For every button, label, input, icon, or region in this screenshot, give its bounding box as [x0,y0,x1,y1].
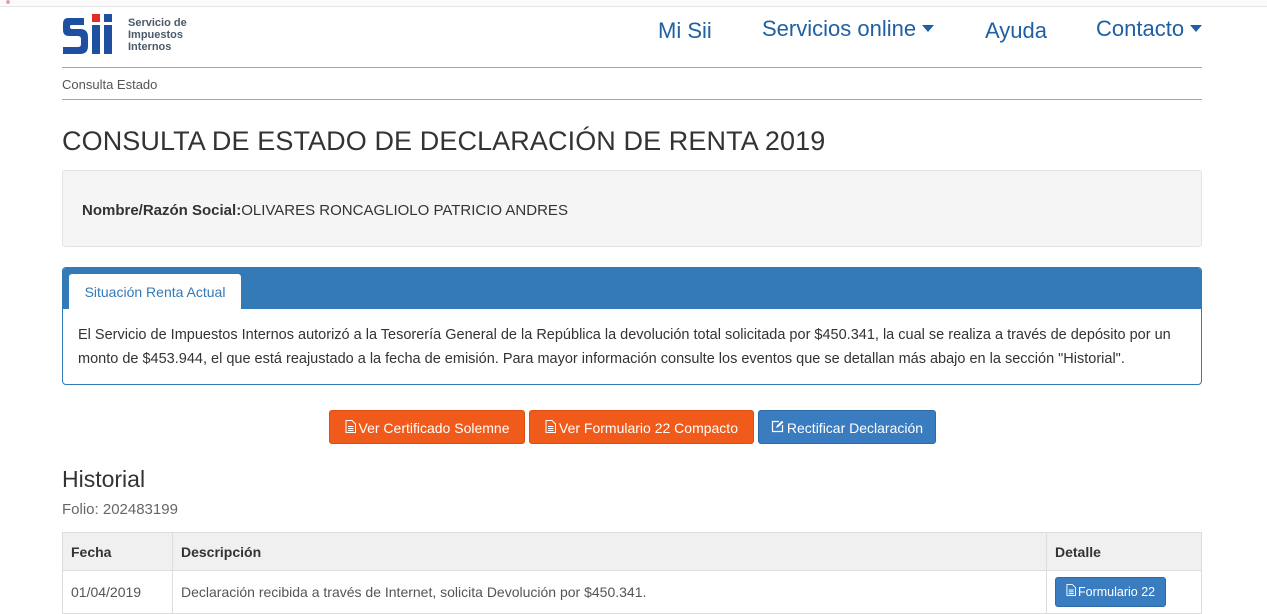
formulario-22-label: Formulario 22 [1078,585,1156,599]
row-descripcion: Declaración recibida a través de Interne… [172,570,1047,614]
file-icon [1066,578,1076,606]
rectificar-declaracion-label: Rectificar Declaración [786,420,924,436]
nav-contacto[interactable]: Contacto [1096,16,1203,46]
ver-certificado-solemne-button[interactable]: Ver Certificado Solemne [329,410,525,444]
rectificar-declaracion-button[interactable]: Rectificar Declaración [758,410,936,444]
file-icon [545,411,557,445]
formulario-22-button[interactable]: Formulario 22 [1055,577,1167,607]
taxpayer-name-value: OLIVARES RONCAGLIOLO PATRICIO ANDRES [241,202,568,219]
row-fecha: 01/04/2019 [62,570,173,614]
nav-mi-sii[interactable]: Mi Sii [658,18,712,48]
nav-ayuda[interactable]: Ayuda [985,18,1047,48]
folio-number: Folio: 202483199 [62,501,178,518]
sii-logo-mark [63,14,112,54]
header-divider [62,67,1202,68]
nav-contacto-label: Contacto [1096,16,1185,41]
taxpayer-info-well: Nombre/Razón Social:OLIVARES RONCAGLIOLO… [62,170,1202,247]
column-header-fecha: Fecha [62,532,173,571]
status-panel-body: El Servicio de Impuestos Internos autori… [78,327,1171,367]
ver-formulario-22-compacto-label: Ver Formulario 22 Compacto [559,420,738,436]
status-panel: Situación Renta Actual El Servicio de Im… [62,267,1202,385]
historial-title: Historial [62,466,146,492]
logo-line-1: Servicio de [128,17,187,29]
column-header-detalle: Detalle [1046,532,1202,571]
nav-servicios-online[interactable]: Servicios online [762,16,935,46]
page-title: CONSULTA DE ESTADO DE DECLARACIÓN DE REN… [62,126,826,156]
caret-down-icon [922,24,935,32]
nav-servicios-online-label: Servicios online [762,16,917,41]
tab-situacion-renta-actual[interactable]: Situación Renta Actual [69,274,241,309]
taxpayer-name-row: Nombre/Razón Social:OLIVARES RONCAGLIOLO… [82,202,568,219]
nav-mi-sii-label: Mi Sii [658,18,712,43]
edit-icon [771,411,784,445]
table-header-row: Fecha Descripción Detalle [62,532,1202,571]
decorative-dot [6,0,10,4]
row-detalle-cell: Formulario 22 [1046,570,1202,614]
taxpayer-name-label: Nombre/Razón Social: [82,202,242,219]
browser-top-strip [0,0,1267,7]
logo-line-2: Impuestos [128,29,184,41]
nav-ayuda-label: Ayuda [985,18,1047,43]
table-row: 01/04/2019 Declaración recibida a través… [62,570,1202,614]
caret-down-icon [1190,24,1203,32]
status-panel-header: Situación Renta Actual [63,268,1201,309]
logo-line-3: Internos [128,41,172,53]
sii-logo-text: Servicio de Impuestos Internos [128,17,187,53]
sii-logo[interactable]: Servicio de Impuestos Internos [62,10,202,60]
file-icon [345,411,356,445]
breadcrumb: Consulta Estado [62,77,158,92]
ver-formulario-22-compacto-button[interactable]: Ver Formulario 22 Compacto [529,410,754,444]
historial-table: Fecha Descripción Detalle 01/04/2019 Dec… [62,532,1202,614]
breadcrumb-divider [62,99,1202,100]
column-header-descripcion: Descripción [172,532,1047,571]
ver-certificado-solemne-label: Ver Certificado Solemne [358,420,510,436]
